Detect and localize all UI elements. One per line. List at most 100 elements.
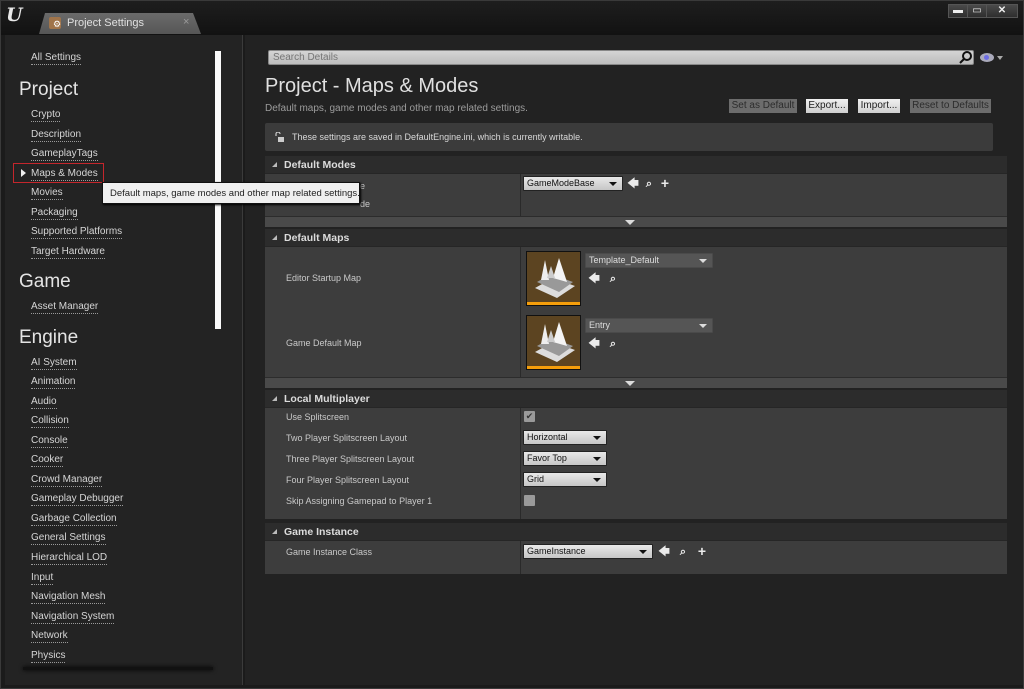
sidebar-item-packaging[interactable]: Packaging <box>31 207 78 220</box>
combo-value: GameModeBase <box>527 178 595 188</box>
use-splitscreen-checkbox[interactable]: ✔ <box>524 411 535 422</box>
map-asset-icon <box>535 258 575 298</box>
import-button[interactable]: Import... <box>857 98 901 114</box>
column-divider <box>520 541 521 574</box>
sidebar-item-ai-system[interactable]: AI System <box>31 357 77 370</box>
title-bar: U Project Settings × ▬ ▭ ✕ <box>1 1 1023 35</box>
section-title: Default Modes <box>284 159 356 171</box>
sidebar-item-physics[interactable]: Physics <box>31 650 66 663</box>
sidebar-scroll-shadow <box>23 667 213 670</box>
dropdown-caret-icon <box>593 478 601 482</box>
add-icon[interactable]: + <box>659 176 671 190</box>
browse-search-icon[interactable]: ⌕ <box>607 338 619 350</box>
dropdown-caret-icon <box>593 436 601 440</box>
dropdown-caret-icon <box>593 457 601 461</box>
check-icon: ✔ <box>525 411 534 421</box>
settings-icon <box>49 17 61 29</box>
minimize-button[interactable]: ▬ <box>948 4 968 18</box>
sidebar-item-navigation-mesh[interactable]: Navigation Mesh <box>31 591 106 604</box>
column-divider <box>520 247 521 377</box>
collapse-caret-icon <box>272 529 277 534</box>
search-input[interactable] <box>268 50 974 65</box>
section-header-local-multiplayer[interactable]: Local Multiplayer <box>265 390 1007 408</box>
row-label-four-player-layout: Four Player Splitscreen Layout <box>286 475 410 485</box>
sidebar-item-animation[interactable]: Animation <box>31 376 76 389</box>
advanced-expander[interactable] <box>265 216 1007 227</box>
column-divider <box>520 408 521 519</box>
sidebar-item-supported-platforms[interactable]: Supported Platforms <box>31 226 123 239</box>
browse-search-icon[interactable]: ⌕ <box>677 546 689 558</box>
browse-search-icon[interactable]: ⌕ <box>607 273 619 285</box>
sidebar-item-target-hardware[interactable]: Target Hardware <box>31 246 105 259</box>
use-selected-arrow-icon[interactable]: 🡄 <box>588 273 600 285</box>
search-icon[interactable] <box>959 50 973 64</box>
use-selected-arrow-icon[interactable]: 🡄 <box>658 546 670 558</box>
sidebar-all-settings[interactable]: All Settings <box>31 52 82 65</box>
collapse-caret-icon <box>272 396 277 401</box>
sidebar-item-gameplay-debugger[interactable]: Gameplay Debugger <box>31 493 124 506</box>
set-as-default-button[interactable]: Set as Default <box>728 98 798 114</box>
map-thumbnail-game-default[interactable] <box>526 315 581 370</box>
view-options-eye-icon[interactable] <box>980 53 994 62</box>
sidebar-section-project: Project <box>19 79 79 100</box>
combo-value: GameInstance <box>527 546 586 556</box>
section-header-default-maps[interactable]: Default Maps <box>265 229 1007 247</box>
game-default-map-combo[interactable]: Entry <box>585 318 713 333</box>
maximize-button[interactable]: ▭ <box>967 4 987 18</box>
section-header-game-instance[interactable]: Game Instance <box>265 523 1007 541</box>
export-button[interactable]: Export... <box>805 98 849 114</box>
two-player-layout-combo[interactable]: Horizontal <box>523 430 607 445</box>
game-mode-combo[interactable]: GameModeBase <box>523 176 623 191</box>
sidebar-item-general-settings[interactable]: General Settings <box>31 532 106 545</box>
sidebar-item-maps-modes[interactable]: Maps & Modes <box>31 168 98 181</box>
reset-to-defaults-button[interactable]: Reset to Defaults <box>909 98 992 114</box>
use-selected-arrow-icon[interactable]: 🡄 <box>627 178 639 190</box>
sidebar-item-garbage-collection[interactable]: Garbage Collection <box>31 513 117 526</box>
sidebar-section-engine: Engine <box>19 327 79 348</box>
sidebar-item-gameplaytags[interactable]: GameplayTags <box>31 148 98 161</box>
map-thumbnail-editor-startup[interactable] <box>526 251 581 306</box>
sidebar-item-crypto[interactable]: Crypto <box>31 109 61 122</box>
sidebar-item-input[interactable]: Input <box>31 572 54 585</box>
sidebar-item-hierarchical-lod[interactable]: Hierarchical LOD <box>31 552 108 565</box>
game-instance-class-combo[interactable]: GameInstance <box>523 544 653 559</box>
dropdown-caret-icon <box>639 550 647 554</box>
page-description: Default maps, game modes and other map r… <box>265 103 528 114</box>
sidebar-item-console[interactable]: Console <box>31 435 68 448</box>
add-icon[interactable]: + <box>696 544 708 558</box>
sidebar-item-asset-manager[interactable]: Asset Manager <box>31 301 99 314</box>
config-notice: These settings are saved in DefaultEngin… <box>265 123 993 151</box>
sidebar-item-cooker[interactable]: Cooker <box>31 454 64 467</box>
row-label-partial: e <box>360 181 366 191</box>
sidebar-section-game: Game <box>19 271 71 292</box>
row-label-game-default-map: Game Default Map <box>286 338 362 348</box>
row-label-partial: de <box>360 199 371 209</box>
sidebar-item-movies[interactable]: Movies <box>31 187 63 200</box>
sidebar-item-navigation-system[interactable]: Navigation System <box>31 611 115 624</box>
row-label-three-player-layout: Three Player Splitscreen Layout <box>286 454 415 464</box>
use-selected-arrow-icon[interactable]: 🡄 <box>588 338 600 350</box>
close-button[interactable]: ✕ <box>986 4 1018 18</box>
sidebar-item-audio[interactable]: Audio <box>31 396 57 409</box>
advanced-expander[interactable] <box>265 377 1007 388</box>
section-header-default-modes[interactable]: Default Modes <box>265 156 1007 174</box>
sidebar-item-description[interactable]: Description <box>31 129 82 142</box>
notice-text: These settings are saved in DefaultEngin… <box>292 132 583 142</box>
sidebar-item-collision[interactable]: Collision <box>31 415 69 428</box>
four-player-layout-combo[interactable]: Grid <box>523 472 607 487</box>
three-player-layout-combo[interactable]: Favor Top <box>523 451 607 466</box>
row-label-two-player-layout: Two Player Splitscreen Layout <box>286 433 408 443</box>
skip-gamepad-checkbox[interactable] <box>524 495 535 506</box>
combo-value: Grid <box>527 474 545 484</box>
combo-value: Favor Top <box>527 453 567 463</box>
section-game-instance: Game Instance Game Instance Class GameIn… <box>265 523 1007 574</box>
section-default-maps: Default Maps Editor Startup Map Template… <box>265 229 1007 388</box>
tab-project-settings[interactable]: Project Settings × <box>39 13 201 34</box>
view-options-caret-icon[interactable] <box>997 56 1003 60</box>
browse-search-icon[interactable]: ⌕ <box>643 178 655 190</box>
sidebar-item-network[interactable]: Network <box>31 630 68 643</box>
sidebar-item-crowd-manager[interactable]: Crowd Manager <box>31 474 103 487</box>
settings-sidebar: All Settings Project Crypto Description … <box>5 35 243 685</box>
editor-startup-map-combo[interactable]: Template_Default <box>585 253 713 268</box>
tab-close-icon[interactable]: × <box>183 16 189 28</box>
